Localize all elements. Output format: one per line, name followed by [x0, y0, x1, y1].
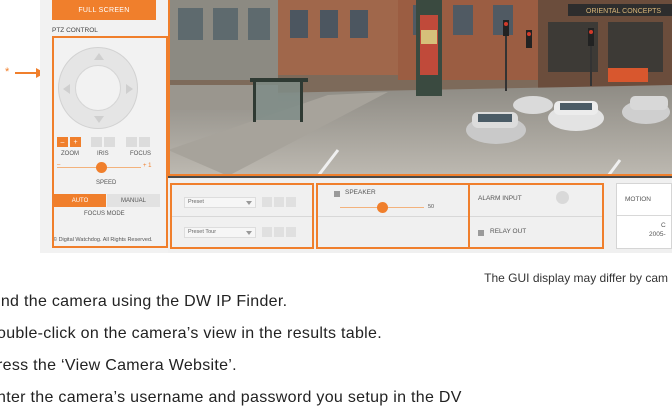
tour-delete-button[interactable] [286, 227, 296, 237]
tour-add-button[interactable] [274, 227, 284, 237]
relay-out-label: RELAY OUT [490, 228, 527, 235]
speaker-volume-handle[interactable] [376, 202, 388, 213]
preset-select[interactable]: Preset [184, 197, 256, 208]
control-panel: FULL SCREEN PTZ CONTROL – + ZOOM IRIS FO… [40, 0, 168, 253]
speaker-volume-value: 50 [428, 204, 435, 210]
ptz-control-title: PTZ CONTROL [52, 27, 98, 34]
alarm-input-status-icon [556, 191, 569, 204]
preset-add-button[interactable] [274, 197, 284, 207]
speaker-checkbox[interactable] [334, 191, 340, 197]
preset-tour-select-label: Preset Tour [188, 229, 217, 235]
preset-block: Preset Preset Tour [170, 183, 314, 249]
ptz-highlight-frame [52, 36, 168, 248]
alarm-block: ALARM INPUT RELAY OUT [468, 183, 604, 249]
speaker-block: SPEAKER 50 [316, 183, 468, 249]
street-scene-image: ORIENTAL CONCEPTS [168, 0, 672, 176]
relay-out-checkbox[interactable] [478, 230, 484, 236]
camera-info-line-1: C [661, 222, 666, 229]
step-3: ress the ‘View Camera Website’. [0, 357, 237, 374]
step-2: ouble-click on the camera’s view in the … [0, 325, 382, 342]
step-4: nter the camera’s username and password … [0, 389, 462, 406]
preset-select-label: Preset [188, 199, 204, 205]
gui-disclaimer-caption: The GUI display may differ by cam [484, 271, 668, 285]
camera-live-view[interactable]: ORIENTAL CONCEPTS [168, 0, 672, 176]
alarm-input-label: ALARM INPUT [478, 195, 522, 202]
camera-info-line-2: 2005- [649, 231, 666, 238]
speaker-label: SPEAKER [345, 189, 376, 196]
motion-label: MOTION [625, 196, 651, 203]
tour-play-button[interactable] [262, 227, 272, 237]
motion-block: MOTION C 2005- [616, 183, 672, 249]
chevron-down-icon [246, 231, 252, 235]
full-screen-button[interactable]: FULL SCREEN [52, 0, 156, 20]
camera-web-ui: FULL SCREEN PTZ CONTROL – + ZOOM IRIS FO… [40, 0, 672, 253]
bottom-control-strip: Preset Preset Tour SPEAKER 50 ALARM INPU… [168, 178, 672, 253]
preset-go-button[interactable] [262, 197, 272, 207]
speaker-divider [318, 216, 468, 217]
annotation-asterisk: * [5, 66, 10, 78]
preset-delete-button[interactable] [286, 197, 296, 207]
chevron-down-icon [246, 201, 252, 205]
alarm-divider [470, 216, 602, 217]
motion-divider [617, 215, 671, 216]
preset-tour-select[interactable]: Preset Tour [184, 227, 256, 238]
svg-text:ORIENTAL CONCEPTS: ORIENTAL CONCEPTS [586, 8, 661, 15]
preset-divider [172, 216, 312, 217]
step-1: ind the camera using the DW IP Finder. [0, 293, 288, 310]
